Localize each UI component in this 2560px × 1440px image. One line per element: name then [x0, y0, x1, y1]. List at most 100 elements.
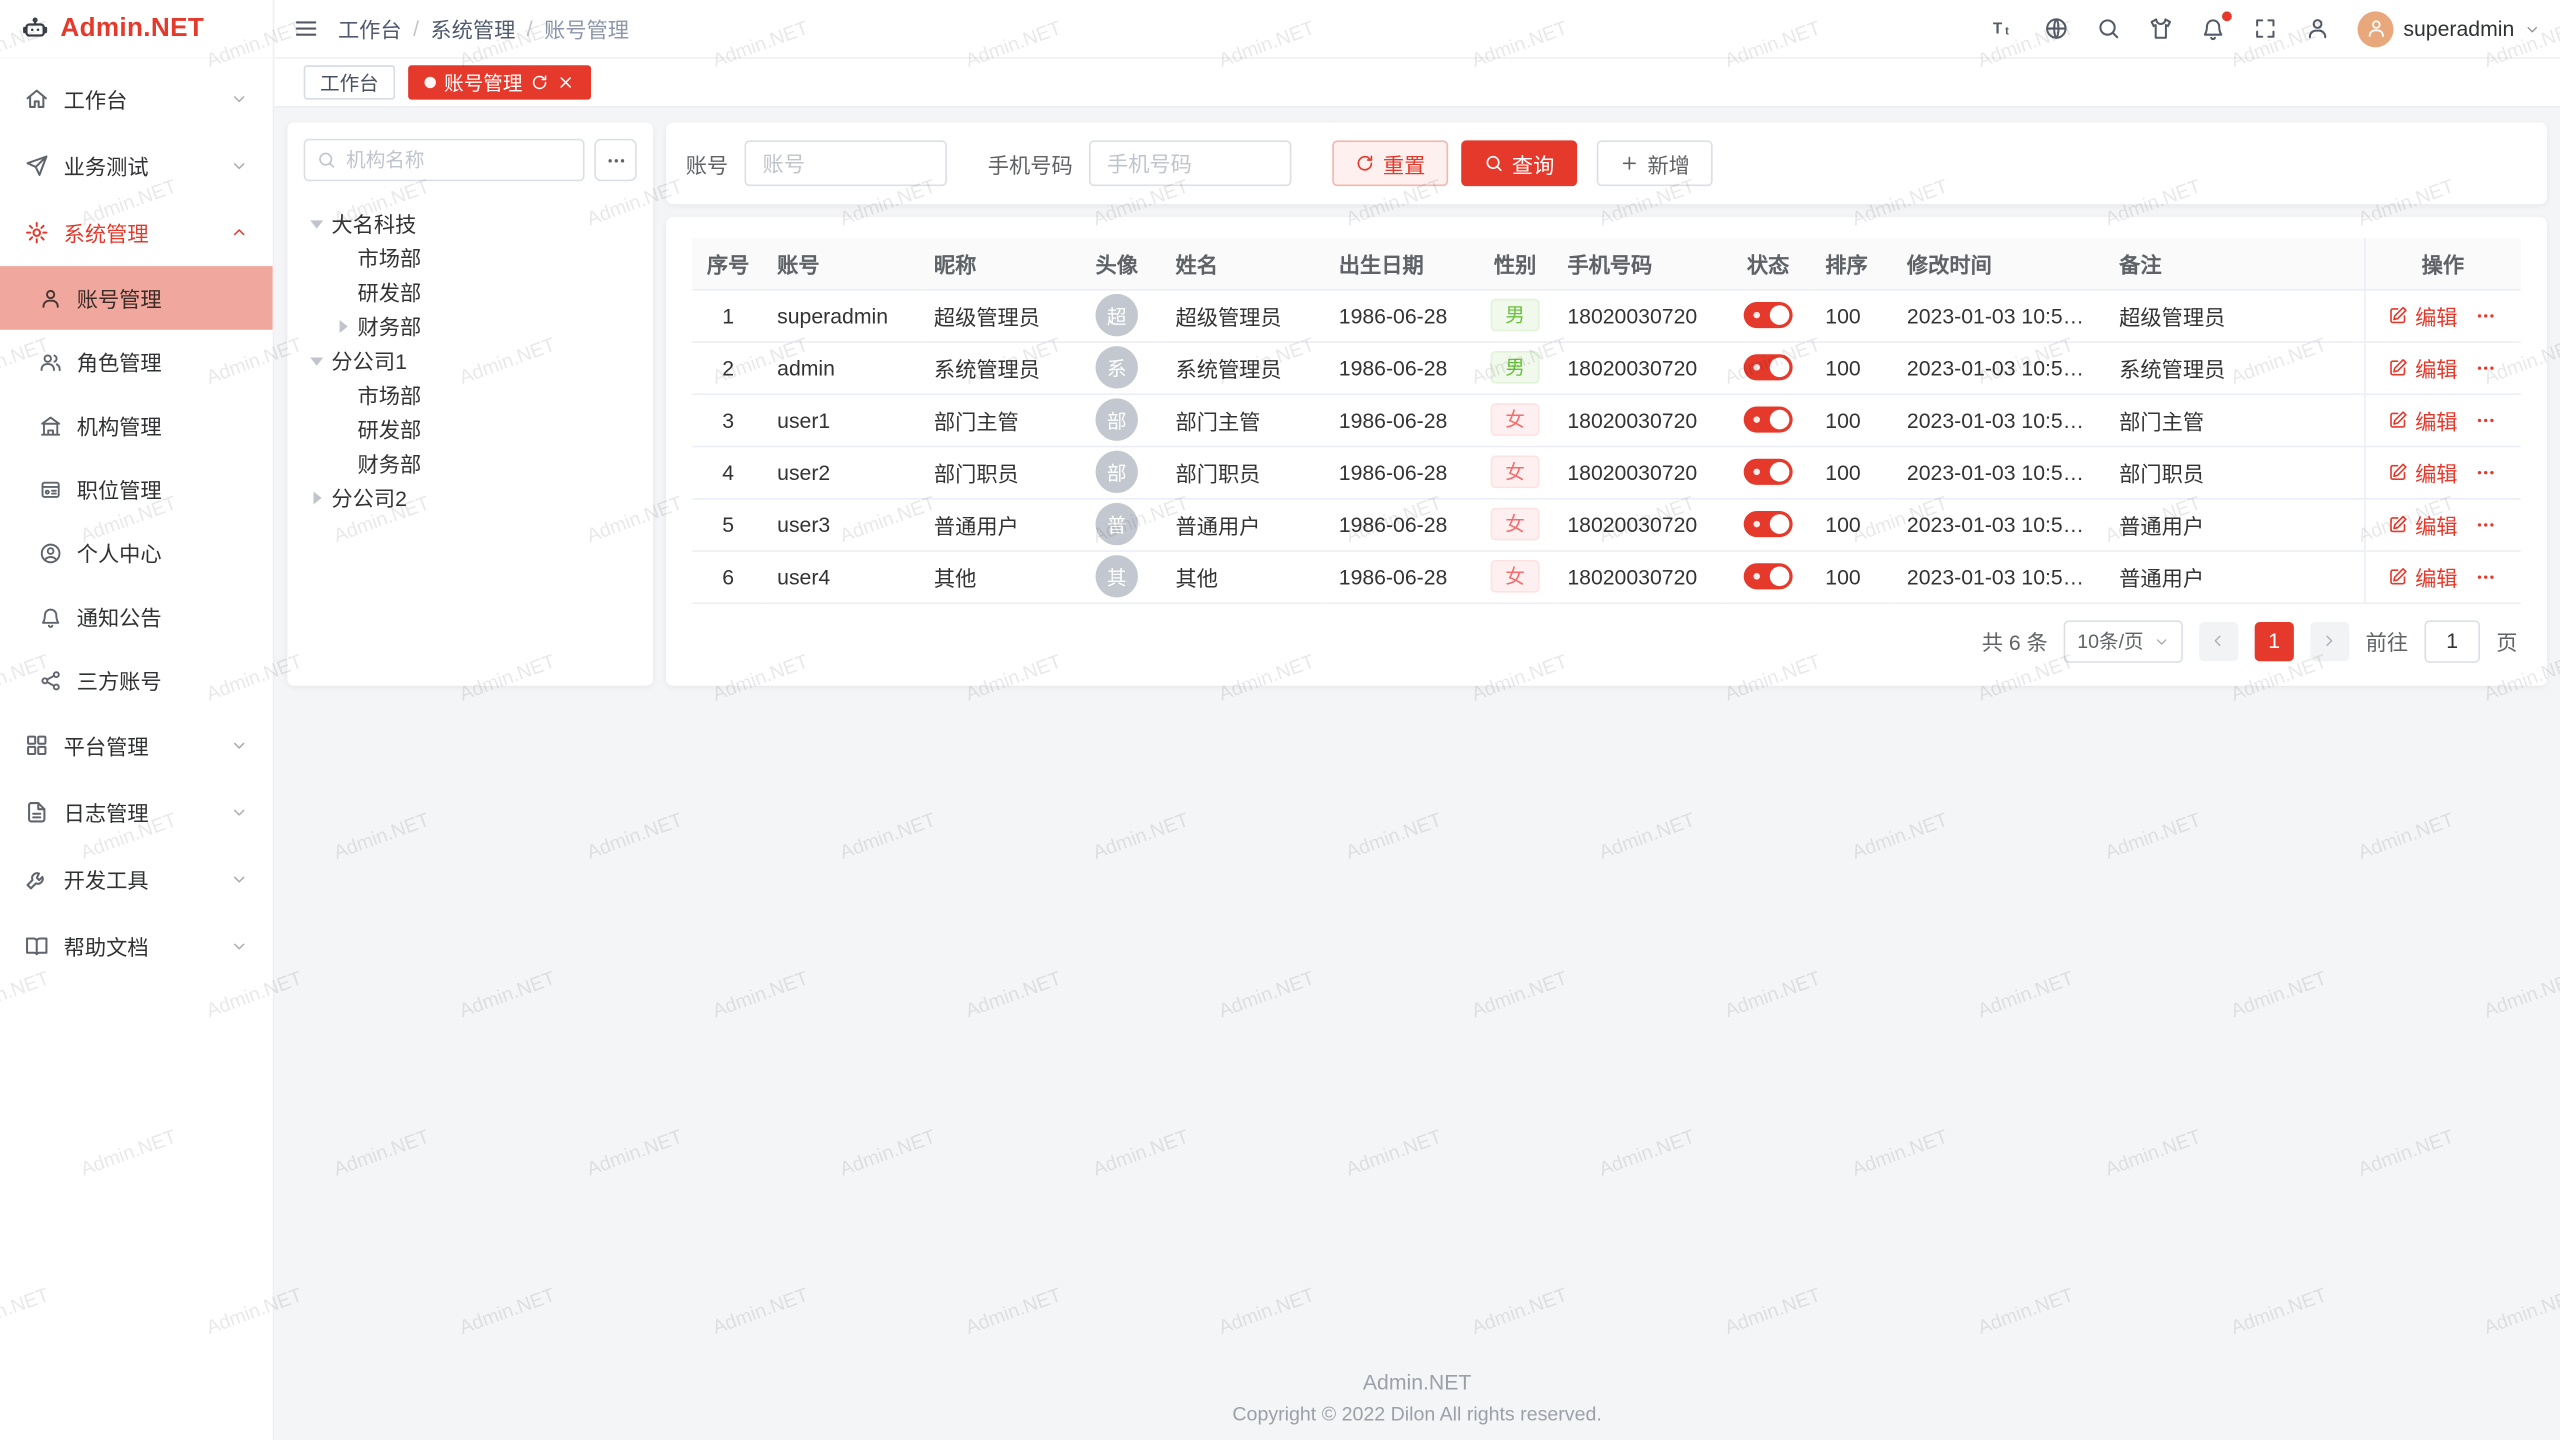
account-input[interactable] — [745, 140, 947, 186]
page-size-select[interactable]: 10条/页 — [2064, 620, 2183, 662]
close-tab-icon[interactable] — [557, 73, 575, 91]
column-header-10: 修改时间 — [1894, 238, 2106, 289]
caret-right-icon[interactable] — [333, 317, 351, 335]
add-button[interactable]: 新增 — [1597, 140, 1713, 186]
tree-node[interactable]: 研发部 — [304, 411, 637, 445]
theme-icon[interactable] — [2149, 16, 2173, 40]
search-icon[interactable] — [2096, 16, 2120, 40]
sidebar-item-0[interactable]: 工作台 — [0, 65, 273, 132]
caret-down-icon[interactable] — [307, 214, 325, 232]
org-more-button[interactable] — [594, 139, 636, 181]
sidebar-subitem-2-0[interactable]: 账号管理 — [0, 266, 273, 330]
phone-input[interactable] — [1089, 140, 1291, 186]
status-toggle[interactable] — [1744, 407, 1793, 433]
robot-logo-icon — [21, 15, 49, 43]
tab-workbench[interactable]: 工作台 — [304, 65, 395, 99]
sidebar-subitem-2-4[interactable]: 个人中心 — [0, 521, 273, 585]
tree-node[interactable]: 财务部 — [304, 446, 637, 480]
sidebar-subitem-label: 三方账号 — [77, 664, 162, 695]
edit-button[interactable]: 编辑 — [2389, 352, 2458, 383]
font-size-icon[interactable]: Tt — [1992, 16, 2016, 40]
refresh-tab-icon[interactable] — [531, 73, 549, 91]
edit-button[interactable]: 编辑 — [2389, 561, 2458, 592]
language-icon[interactable] — [2044, 16, 2068, 40]
status-toggle[interactable] — [1744, 302, 1793, 328]
org-search-input[interactable] — [304, 139, 585, 181]
row-more-button[interactable] — [2476, 513, 2497, 534]
row-more-button[interactable] — [2476, 304, 2497, 325]
sidebar-subitem-2-3[interactable]: 职位管理 — [0, 457, 273, 521]
edit-icon — [2389, 462, 2409, 482]
collapse-sidebar-icon[interactable] — [294, 16, 318, 40]
logo[interactable]: Admin.NET — [0, 0, 273, 59]
cell-status — [1724, 498, 1812, 550]
profile-icon[interactable] — [2305, 16, 2329, 40]
edit-button[interactable]: 编辑 — [2389, 404, 2458, 435]
sidebar-item-3[interactable]: 平台管理 — [0, 712, 273, 779]
sidebar-subitem-2-1[interactable]: 角色管理 — [0, 330, 273, 394]
tree-node[interactable]: 大名科技 — [304, 206, 637, 240]
cell-serial: 3 — [692, 393, 764, 445]
tree-node[interactable]: 分公司2 — [304, 480, 637, 514]
reset-button[interactable]: 重置 — [1332, 140, 1448, 186]
notification-bell-icon[interactable] — [2201, 16, 2225, 40]
page-number-1[interactable]: 1 — [2255, 621, 2294, 660]
tree-node[interactable]: 研发部 — [304, 274, 637, 308]
breadcrumb-item-workbench[interactable]: 工作台 — [338, 13, 402, 44]
user-menu[interactable]: superadmin — [2358, 11, 2541, 47]
caret-right-icon[interactable] — [307, 488, 325, 506]
goto-page-input[interactable] — [2424, 620, 2480, 662]
edit-button[interactable]: 编辑 — [2389, 300, 2458, 331]
row-actions: 编辑 — [2389, 404, 2497, 435]
tree-node[interactable]: 财务部 — [304, 309, 637, 343]
pagination: 共 6 条 10条/页 1 前 — [692, 603, 2521, 668]
tab-account-management[interactable]: 账号管理 — [408, 65, 591, 99]
tree-node[interactable]: 市场部 — [304, 377, 637, 411]
row-more-button[interactable] — [2476, 409, 2497, 430]
row-more-button[interactable] — [2476, 357, 2497, 378]
caret-down-icon[interactable] — [307, 351, 325, 369]
row-more-button[interactable] — [2476, 566, 2497, 587]
sidebar-item-6[interactable]: 帮助文档 — [0, 913, 273, 980]
gender-tag: 男 — [1491, 351, 1540, 384]
cell-actions: 编辑 — [2364, 393, 2521, 445]
breadcrumb-item-system[interactable]: 系统管理 — [430, 13, 515, 44]
column-header-9: 排序 — [1812, 238, 1894, 289]
query-button[interactable]: 查询 — [1461, 140, 1577, 186]
status-toggle[interactable] — [1744, 459, 1793, 485]
tab-label: 账号管理 — [444, 69, 522, 97]
sidebar-subitem-2-6[interactable]: 三方账号 — [0, 648, 273, 712]
tree-node[interactable]: 分公司1 — [304, 343, 637, 377]
status-toggle[interactable] — [1744, 564, 1793, 590]
tree-node[interactable]: 市场部 — [304, 240, 637, 274]
row-more-button[interactable] — [2476, 461, 2497, 482]
table-row-6: 6user4其他其其他1986-06-28女180200307201002023… — [692, 550, 2521, 602]
sidebar-item-5[interactable]: 开发工具 — [0, 846, 273, 913]
cell-remark: 超级管理员 — [2106, 289, 2364, 341]
more-icon — [605, 149, 626, 170]
edit-icon — [2389, 514, 2409, 534]
cell-serial: 4 — [692, 446, 764, 498]
sidebar-subitem-2-5[interactable]: 通知公告 — [0, 584, 273, 648]
edit-icon — [2389, 567, 2409, 587]
sidebar-item-1[interactable]: 业务测试 — [0, 132, 273, 199]
sidebar-subitem-2-2[interactable]: 机构管理 — [0, 393, 273, 457]
edit-button[interactable]: 编辑 — [2389, 456, 2458, 487]
gender-tag: 女 — [1491, 403, 1540, 436]
sidebar-menu: 工作台业务测试系统管理账号管理角色管理机构管理职位管理个人中心通知公告三方账号平… — [0, 59, 273, 1440]
edit-button[interactable]: 编辑 — [2389, 509, 2458, 540]
chevron-down-icon — [230, 90, 248, 108]
prev-page-button[interactable] — [2199, 621, 2238, 660]
fullscreen-icon[interactable] — [2253, 16, 2277, 40]
gender-tag: 女 — [1491, 560, 1540, 593]
cell-phone: 18020030720 — [1554, 498, 1724, 550]
cell-status — [1724, 341, 1812, 393]
sidebar-subitem-label: 机构管理 — [77, 410, 162, 441]
sidebar-item-2[interactable]: 系统管理 — [0, 199, 273, 266]
next-page-button[interactable] — [2310, 621, 2349, 660]
status-toggle[interactable] — [1744, 355, 1793, 381]
accounts-table-card: 序号账号昵称头像姓名出生日期性别手机号码状态排序修改时间备注操作 1supera… — [666, 217, 2547, 685]
status-toggle[interactable] — [1744, 511, 1793, 537]
sidebar-item-4[interactable]: 日志管理 — [0, 779, 273, 846]
cell-name: 其他 — [1162, 550, 1325, 602]
